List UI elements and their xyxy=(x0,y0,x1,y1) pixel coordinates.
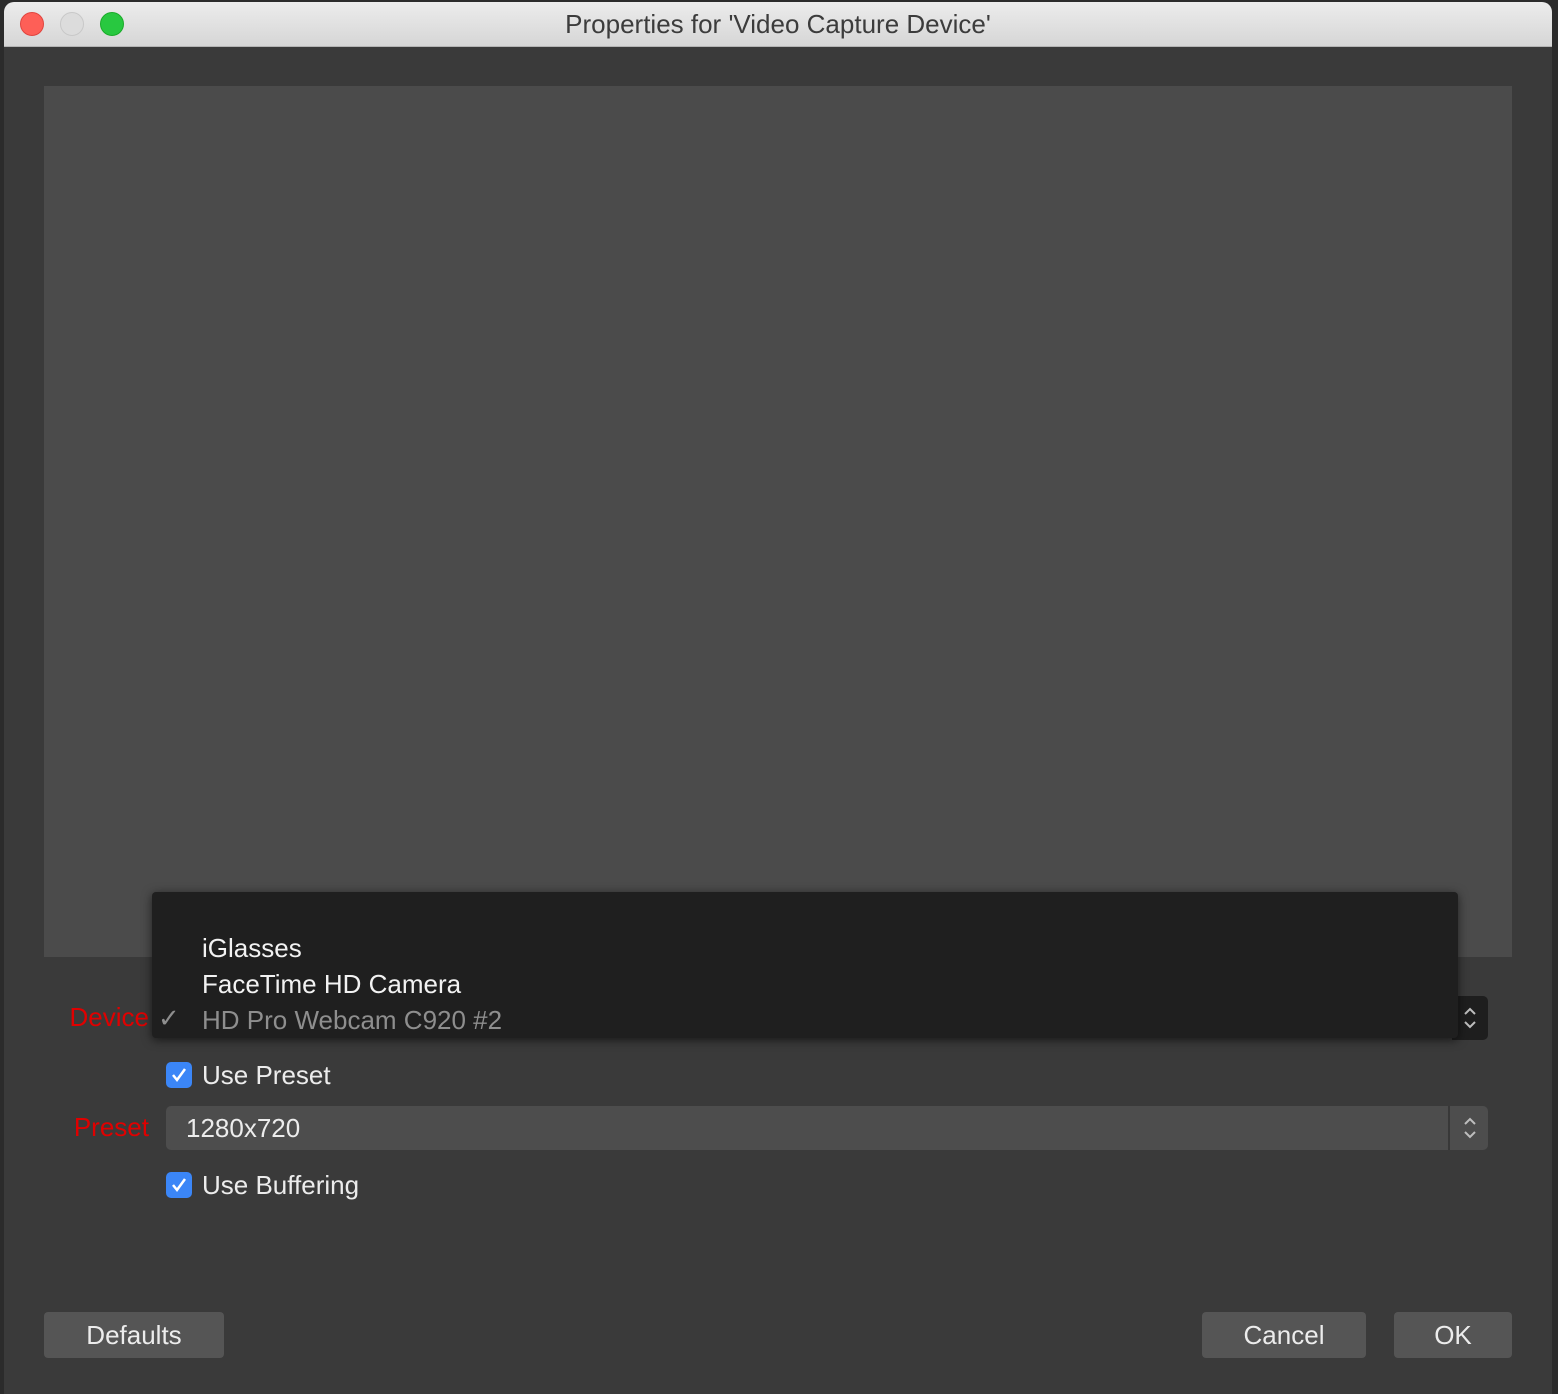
up-down-chevron-icon xyxy=(1464,1117,1476,1139)
device-option-iglasses[interactable]: iGlasses xyxy=(202,930,302,966)
title-bar: Properties for 'Video Capture Device' xyxy=(4,2,1552,47)
device-dropdown-menu: iGlasses FaceTime HD Camera ✓ HD Pro Web… xyxy=(152,892,1458,1038)
preset-select[interactable]: 1280x720 xyxy=(166,1106,1488,1150)
checkmark-icon xyxy=(172,1068,187,1083)
checkmark-icon xyxy=(172,1178,187,1193)
preset-value: 1280x720 xyxy=(186,1113,301,1143)
up-down-chevron-icon xyxy=(1464,1007,1476,1029)
device-option-facetime-hd-camera[interactable]: FaceTime HD Camera xyxy=(202,966,461,1002)
use-buffering-checkbox[interactable] xyxy=(166,1172,192,1198)
checkmark-icon: ✓ xyxy=(158,1003,180,1033)
use-preset-checkbox[interactable] xyxy=(166,1062,192,1088)
preset-select-stepper[interactable] xyxy=(1448,1106,1488,1150)
device-label: Device xyxy=(69,1002,149,1032)
window-title: Properties for 'Video Capture Device' xyxy=(565,9,991,39)
preset-label: Preset xyxy=(73,1112,149,1142)
use-buffering-label[interactable]: Use Buffering xyxy=(202,1170,359,1200)
properties-dialog: Properties for 'Video Capture Device' De… xyxy=(4,2,1552,1394)
defaults-button[interactable]: Defaults xyxy=(44,1312,224,1358)
use-preset-label[interactable]: Use Preset xyxy=(202,1060,331,1090)
cancel-button[interactable]: Cancel xyxy=(1202,1312,1366,1358)
device-option-hd-pro-webcam[interactable]: HD Pro Webcam C920 #2 xyxy=(202,1002,502,1038)
video-preview xyxy=(44,86,1512,957)
ok-button[interactable]: OK xyxy=(1394,1312,1512,1358)
